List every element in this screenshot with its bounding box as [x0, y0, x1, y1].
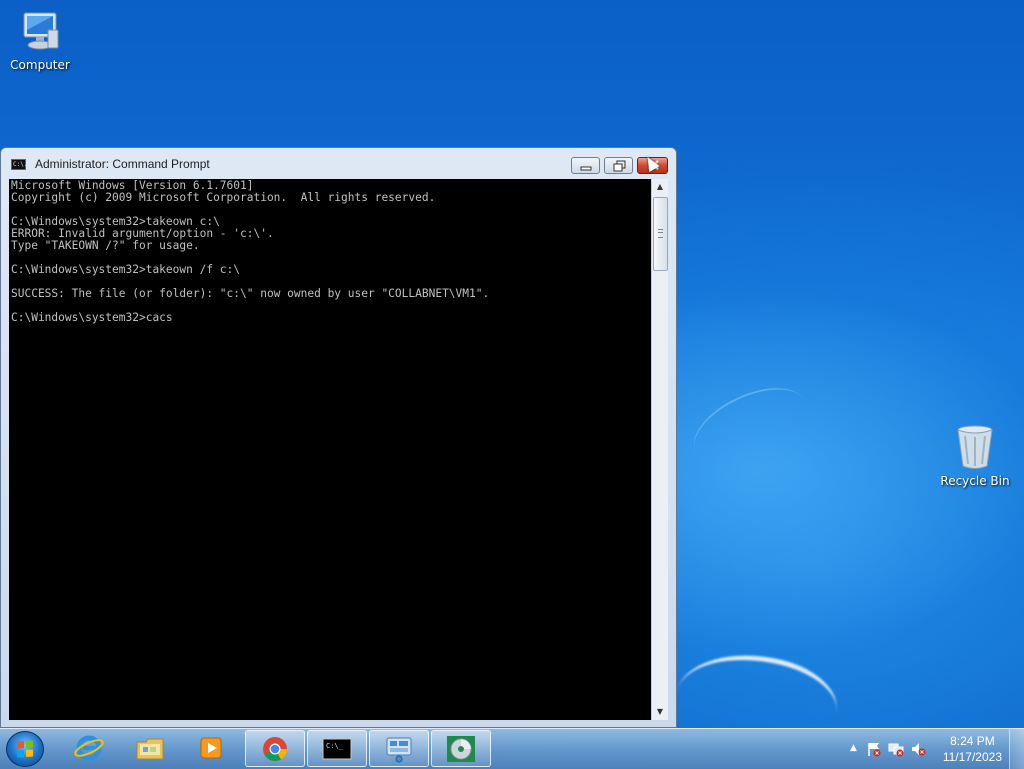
recycle-bin-icon — [957, 425, 993, 469]
desktop-icon-recycle-bin[interactable]: Recycle Bin — [935, 424, 1015, 488]
restore-icon — [605, 159, 632, 176]
show-desktop-button[interactable] — [1009, 729, 1024, 769]
console-line: Copyright (c) 2009 Microsoft Corporation… — [11, 191, 436, 204]
taskbar-remote-desktop[interactable] — [369, 730, 429, 767]
taskbar-chrome[interactable] — [245, 730, 305, 767]
taskbar-windows-explorer[interactable] — [121, 730, 181, 767]
console-line: C:\Windows\system32>takeown /f c:\ — [11, 263, 241, 276]
network-icon[interactable] — [888, 741, 904, 757]
vertical-scrollbar[interactable]: ▲ ▼ — [651, 179, 668, 720]
wallpaper-streak — [682, 372, 818, 480]
scroll-down-arrow-icon[interactable]: ▼ — [652, 704, 668, 720]
restore-button[interactable] — [604, 157, 633, 174]
taskbar-disc-app[interactable] — [431, 730, 491, 767]
desktop-icon-computer[interactable]: Computer — [0, 10, 80, 72]
windows-start-icon — [17, 740, 33, 758]
desktop-icon-label: Computer — [10, 58, 70, 72]
disc-icon — [447, 736, 475, 762]
svg-text:C:\_: C:\_ — [326, 742, 344, 750]
window-title: Administrator: Command Prompt — [35, 157, 210, 171]
clock-date: 11/17/2023 — [942, 750, 1002, 764]
remote-desktop-icon — [386, 737, 412, 763]
show-hidden-icons-arrow[interactable]: ▲ — [850, 743, 857, 753]
scrollbar-thumb[interactable] — [653, 197, 668, 271]
minimize-icon — [572, 159, 599, 176]
taskbar-media-player[interactable] — [182, 730, 242, 767]
title-bar[interactable]: C:\. Administrator: Command Prompt — [1, 148, 676, 180]
internet-explorer-icon — [74, 735, 104, 761]
folder-icon — [136, 738, 164, 760]
clock-time: 8:24 PM — [950, 734, 995, 748]
media-player-icon — [200, 737, 222, 759]
console-text: Microsoft Windows [Version 6.1.7601] Copy… — [11, 180, 489, 324]
taskbar-internet-explorer[interactable] — [60, 730, 120, 767]
system-tray: ▲ 8:24 PM 11/17/2023 — [834, 729, 1024, 769]
command-prompt-window[interactable]: C:\. Administrator: Command Prompt Micro… — [0, 147, 677, 728]
console-output[interactable]: Microsoft Windows [Version 6.1.7601] Copy… — [9, 179, 651, 720]
computer-icon — [23, 12, 59, 50]
desktop-icon-label: Recycle Bin — [940, 474, 1010, 488]
taskbar-command-prompt[interactable]: C:\_ — [307, 730, 367, 767]
chrome-icon — [263, 737, 287, 762]
console-line: Type "TAKEOWN /?" for usage. — [11, 239, 200, 252]
taskbar-clock[interactable]: 8:24 PM 11/17/2023 — [943, 733, 1002, 765]
start-button[interactable] — [6, 731, 44, 767]
volume-muted-icon[interactable] — [910, 741, 926, 757]
cmd-icon: C:\. — [11, 159, 28, 170]
console-line: C:\Windows\system32>cacs — [11, 311, 173, 324]
taskbar: C:\_ ▲ 8:24 PM 11/17/2023 — [0, 728, 1024, 769]
console-line: SUCCESS: The file (or folder): "c:\" now… — [11, 287, 490, 300]
cmd-icon: C:\_ — [322, 738, 352, 760]
action-center-flag-icon[interactable] — [866, 741, 882, 757]
scroll-up-arrow-icon[interactable]: ▲ — [652, 179, 668, 195]
minimize-button[interactable] — [571, 157, 600, 174]
